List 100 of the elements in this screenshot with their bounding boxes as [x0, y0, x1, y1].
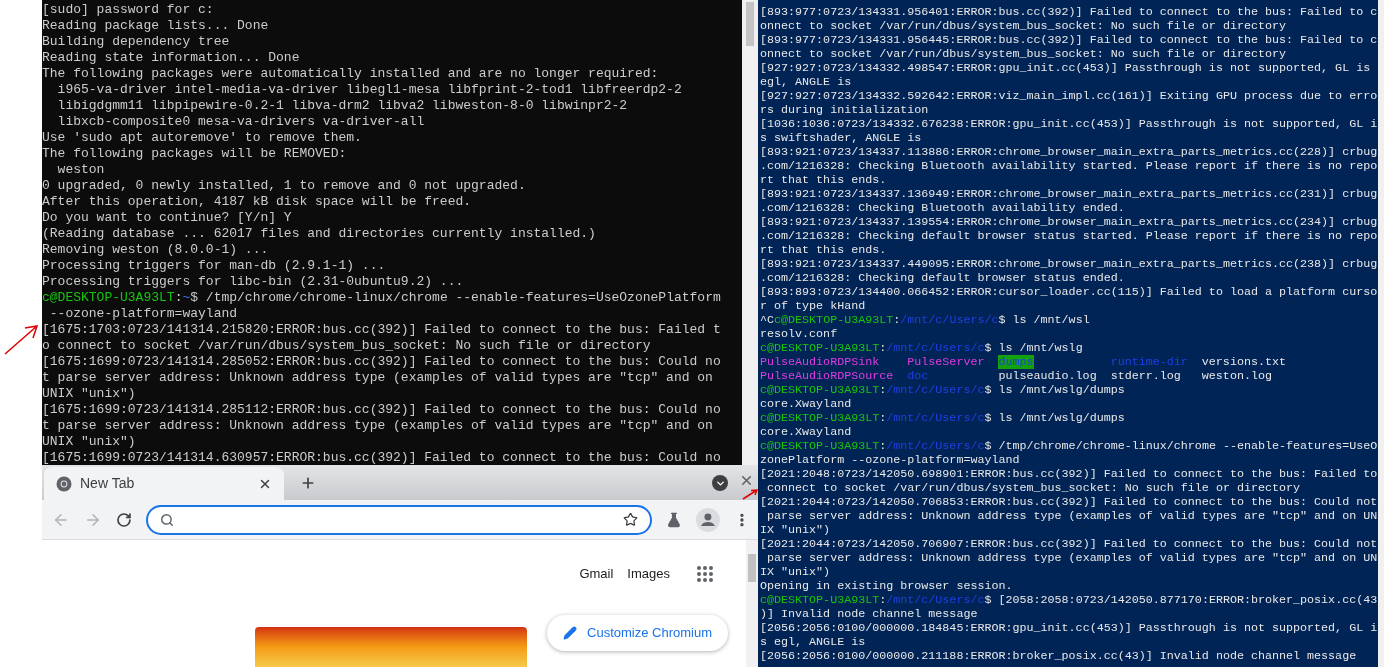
terminal-line: zonePlatform --ozone-platform=wayland [759, 453, 1021, 467]
prompt-user: c@DESKTOP-U3A93LT [760, 411, 880, 425]
prompt-command: $ [2058:2058:0723/142050.877170:ERROR:broker_posix.cc(43 [984, 593, 1378, 607]
terminal-line: connect to socket /var/run/dbus/system_bus_socket: No such file or directory [766, 481, 1302, 495]
terminal-line: s swiftshader, ANGLE is [759, 131, 923, 145]
bookmark-star-icon[interactable] [623, 512, 639, 527]
prompt-command: $ /tmp/chrome/chrome-linux/chrome --enable-features=UseO [984, 439, 1378, 453]
terminal-line: [893:921:0723/134337.139554:ERROR:chrome_browser_main_extra_parts_metrics.cc(234)] crbug [759, 215, 1378, 229]
terminal-line: onnect to socket /var/run/dbus/system_bus_socket: No such file or directory [759, 47, 1288, 61]
terminal-line: rt that this ends. [759, 173, 888, 187]
terminal-line: .com/1216328: Checking default browser status ended. [759, 271, 1126, 285]
apps-grid-icon[interactable] [696, 564, 714, 583]
flask-icon[interactable] [666, 511, 683, 528]
prompt-user: c@DESKTOP-U3A93LT [760, 593, 880, 607]
terminal-line: t parse server address: Unknown address type (examples of valid types are "tcp" and on [42, 370, 714, 386]
terminal-line: .com/1216328: Checking Bluetooth availability ended. [759, 201, 1126, 215]
terminal-line: resolv.conf [759, 327, 839, 341]
prompt-command: $ ls /mnt/wslg/dumps [984, 383, 1125, 397]
terminal-line: Use 'sudo apt autoremove' to remove them. [42, 130, 363, 146]
terminal-line: parse server address: Unknown address type (examples of valid types are "tcp" and on UN [766, 551, 1378, 565]
terminal-line: weston [56, 162, 106, 178]
prompt-path: /mnt/c/Users/c [886, 439, 985, 453]
terminal-line: rs during initialization [759, 103, 930, 117]
prompt-command: $ /tmp/chrome/chrome-linux/chrome --enable-features=UseOzonePlatform [190, 290, 721, 306]
prompt-user: c@DESKTOP-U3A93LT [760, 383, 880, 397]
annotation-arrow [742, 489, 758, 500]
terminal-line: r of type kHand [759, 299, 867, 313]
terminal-line: [2021:2044:0723/142050.706907:ERROR:bus.cc(392)] Failed to connect to the bus: Could not [759, 537, 1378, 551]
terminal-line: [893:921:0723/134337.449095:ERROR:chrome_browser_main_extra_parts_metrics.cc(238)] crbug [759, 257, 1378, 271]
scrollbar[interactable] [742, 0, 758, 465]
terminal-line: o connect to socket /var/run/dbus/system_bus_socket: No such file or directory [42, 338, 652, 354]
file-entry: PulseServer [907, 355, 985, 369]
terminal-line: UNIX "unix") [42, 434, 137, 450]
prompt-separator: : [879, 341, 887, 355]
browser-tab[interactable]: New Tab [44, 467, 284, 500]
browser-logo-icon [56, 475, 72, 492]
file-entry: pulseaudio.log [998, 369, 1097, 383]
terminal-line: [sudo] password for c: [42, 2, 215, 18]
terminal-line: [893:921:0723/134337.136949:ERROR:chrome_browser_main_extra_parts_metrics.cc(231)] crbug [759, 187, 1378, 201]
tab-search-icon[interactable] [712, 475, 728, 491]
terminal-line: Processing triggers for man-db (2.9.1-1) ... [42, 258, 387, 274]
terminal-line: s egl, ANGLE is [759, 635, 867, 649]
profile-avatar-icon[interactable] [696, 507, 721, 532]
terminal-line: [1036:1036:0723/134332.676238:ERROR:gpu_init.cc(453)] Passthrough is not supported, GL i [759, 117, 1378, 131]
terminal-line: [893:977:0723/134331.956401:ERROR:bus.cc(392)] Failed to connect to the bus: Failed to c [759, 5, 1378, 19]
scrollbar[interactable] [1378, 0, 1384, 667]
prompt-user: c@DESKTOP-U3A93LT [774, 313, 894, 327]
prompt-separator: : [879, 411, 887, 425]
terminal-line: [1675:1699:0723/141314.285052:ERROR:bus.cc(392)] Failed to connect to the bus: Could no [42, 354, 722, 370]
prompt-path: ~ [182, 290, 191, 306]
terminal-line: [2056:2056:0100/000000.211188:ERROR:broker_posix.cc(43)] Invalid node channel message [759, 649, 1358, 663]
terminal-line: [1675:1699:0723/141314.285112:ERROR:bus.cc(392)] Failed to connect to the bus: Could no [42, 402, 722, 418]
terminal-line: Processing triggers for libc-bin (2.31-0ubuntu9.2) ... [42, 274, 465, 290]
terminal-line: [1675:1703:0723/141314.215820:ERROR:bus.cc(392)] Failed to connect to the bus: Failed t [42, 322, 722, 338]
header-link[interactable]: Gmail [579, 564, 614, 584]
terminal-line: Do you want to continue? [Y/n] Y [42, 210, 293, 226]
header-link[interactable]: Images [627, 564, 670, 584]
file-entry: doc [907, 369, 929, 383]
terminal-line: libxcb-composite0 mesa-va-drivers va-driver-all [56, 114, 426, 130]
terminal-line: [893:977:0723/134331.956445:ERROR:bus.cc(392)] Failed to connect to the bus: Failed to c [759, 33, 1378, 47]
terminal-line: The following packages will be REMOVED: [42, 146, 348, 162]
pencil-icon [563, 626, 577, 640]
prompt-path: /mnt/c/Users/c [886, 593, 985, 607]
file-entry: PulseAudioRDPSource [760, 369, 894, 383]
prompt-separator: : [174, 290, 183, 306]
terminal-line: i965-va-driver intel-media-va-driver libegl1-mesa libfprint-2-tod1 libfreerdp2-2 [56, 82, 683, 98]
scrollbar[interactable] [746, 540, 758, 667]
prompt-user: c@DESKTOP-U3A93LT [760, 439, 880, 453]
file-entry: PulseAudioRDPSink [760, 355, 880, 369]
terminal-line: [893:893:0723/134400.066452:ERROR:cursor_loader.cc(115)] Failed to load a platform curso [759, 285, 1378, 299]
file-entry: weston.log [1201, 369, 1272, 383]
prompt-path: /mnt/c/Users/c [900, 313, 999, 327]
terminal-line: core.Xwayland [759, 425, 853, 439]
file-entry: runtime-dir [1110, 355, 1188, 369]
interrupt-mark: ^C [760, 313, 775, 327]
terminal-line: [2056:2056:0100/000000.184845:ERROR:gpu_init.cc(453)] Passthrough is not supported, GL i [759, 621, 1378, 635]
prompt-path: /mnt/c/Users/c [886, 341, 985, 355]
file-entry: versions.txt [1201, 355, 1286, 369]
address-bar[interactable] [145, 504, 653, 535]
prompt-path: /mnt/c/Users/c [886, 383, 985, 397]
terminal-line: Removing weston (8.0.0-1) ... [42, 242, 270, 258]
file-entry: dumps [998, 355, 1034, 369]
prompt-command: $ ls /mnt/wsl [998, 313, 1090, 327]
search-icon [159, 512, 174, 527]
prompt-command: $ ls /mnt/wslg [984, 341, 1083, 355]
terminal-line: onnect to socket /var/run/dbus/system_bus_socket: No such file or directory [759, 19, 1288, 33]
terminal-line: .com/1216328: Checking Bluetooth availability started. Please report if there is no repo [759, 159, 1378, 173]
terminal-line: egl, ANGLE is [759, 75, 853, 89]
terminal-line: libigdgmm11 libpipewire-0.2-1 libva-drm2 libva2 libweston-8-0 libwinpr2-2 [56, 98, 629, 114]
new-tab-icon[interactable] [300, 475, 316, 491]
reload-icon[interactable] [115, 511, 132, 528]
terminal-line: [2021:2048:0723/142050.698901:ERROR:bus.cc(392)] Failed to connect to the bus: Failed to [759, 467, 1378, 481]
terminal-line: --ozone-platform=wayland [48, 306, 239, 322]
terminal-line: rt that this ends. [759, 243, 888, 257]
terminal-line: )] Invalid node channel message [759, 607, 979, 621]
customize-button[interactable]: Customize Chromium [547, 615, 728, 651]
close-icon[interactable] [739, 473, 754, 488]
prompt-separator: : [879, 593, 887, 607]
terminal-line: .com/1216328: Checking default browser status started. Please report if there is no repo [759, 229, 1378, 243]
prompt-path: /mnt/c/Users/c [886, 411, 985, 425]
